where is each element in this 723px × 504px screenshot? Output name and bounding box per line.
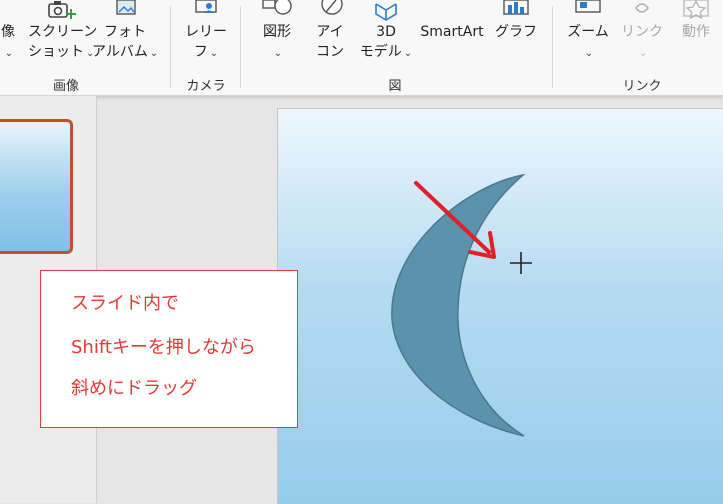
action-star-icon (683, 0, 709, 20)
callout-line-2: Shiftキーを押しながら (71, 337, 256, 358)
screenshot-label-1: スクリーン (28, 24, 98, 40)
group-label-image: 画像 (52, 79, 79, 94)
slide-canvas[interactable] (277, 108, 723, 504)
icons-label-1: アイ (316, 24, 344, 40)
chevron-down-icon: ⌄ (403, 48, 413, 59)
screenshot-icon (48, 1, 76, 19)
zoom-icon (575, 0, 601, 13)
image-button[interactable]: 像 ⌄ (0, 22, 18, 64)
icons-button[interactable]: アイ コン (308, 0, 352, 62)
crosshair-cursor-icon (510, 252, 532, 274)
callout-line-3: 斜めにドラッグ (71, 378, 197, 399)
screenshot-button[interactable]: スクリーン ショット ⌄ (28, 0, 98, 64)
3d-models-button[interactable]: 3D モデル ⌄ (354, 0, 418, 64)
icons-icon (321, 0, 343, 15)
image-button-label: 像 (1, 24, 15, 40)
action-button[interactable]: 動作 (672, 0, 720, 42)
3d-models-label-1: 3D (376, 24, 396, 40)
cameo-button[interactable]: レリー フ ⌄ (178, 0, 234, 64)
screenshot-label-2: ショット (28, 44, 84, 60)
chevron-down-icon: ⌄ (4, 48, 14, 59)
cameo-icon (195, 0, 217, 13)
chevron-down-icon: ⌄ (209, 48, 219, 59)
group-separator (170, 6, 171, 88)
group-label-illustrations: 図 (388, 79, 402, 94)
moon-shape (391, 173, 526, 437)
chart-icon (503, 0, 529, 15)
chevron-down-icon: ⌄ (584, 48, 594, 59)
icons-label-2: コン (316, 44, 344, 60)
action-label: 動作 (682, 24, 710, 40)
chart-button[interactable]: グラフ (494, 0, 538, 42)
group-label-camera: カメラ (186, 79, 226, 94)
shapes-button[interactable]: 図形 ⌄ (252, 0, 302, 64)
photo-album-icon (116, 0, 136, 15)
callout-line-1: スライド内で (71, 293, 179, 314)
smartart-label: SmartArt (420, 24, 484, 40)
photo-album-label-2: アルバム (92, 44, 148, 60)
chevron-down-icon: ⌄ (638, 48, 648, 59)
link-button[interactable]: リンク ⌄ (616, 0, 668, 64)
chart-label: グラフ (495, 24, 537, 40)
photo-album-button[interactable]: フォト アルバム ⌄ (92, 0, 158, 64)
instruction-callout: スライド内で Shiftキーを押しながら 斜めにドラッグ (40, 270, 298, 428)
link-icon (635, 3, 650, 13)
cameo-label-2: フ (193, 44, 208, 60)
slide-thumbnail[interactable] (0, 119, 73, 254)
zoom-label: ズーム (567, 24, 609, 40)
shapes-icon (262, 0, 292, 15)
photo-album-label-1: フォト (104, 24, 146, 40)
chevron-down-icon: ⌄ (149, 48, 159, 59)
ribbon: 像 ⌄ スクリーン ショット ⌄ フォト アルバム ⌄ 画像 レリー フ ⌄ カメラ (0, 0, 723, 96)
smartart-button[interactable]: SmartArt (416, 22, 488, 42)
cameo-label-1: レリー (185, 24, 227, 40)
shapes-label: 図形 (263, 24, 291, 40)
cube-icon (375, 3, 397, 21)
3d-models-label-2: モデル (359, 44, 402, 60)
group-separator (552, 6, 553, 88)
link-label: リンク (621, 24, 663, 40)
chevron-down-icon: ⌄ (273, 48, 283, 59)
slide-drawing (391, 173, 532, 437)
group-label-links: リンク (622, 79, 662, 94)
group-separator (240, 6, 241, 88)
zoom-button[interactable]: ズーム ⌄ (562, 0, 614, 64)
